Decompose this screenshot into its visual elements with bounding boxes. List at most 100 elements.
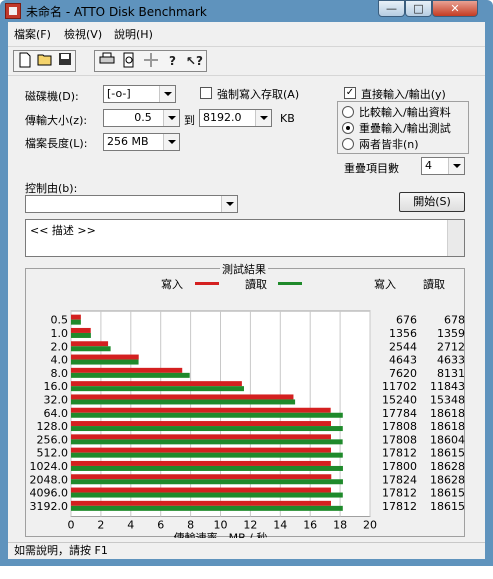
read-value: 18628	[430, 473, 465, 486]
maximize-button[interactable]: □	[405, 0, 432, 17]
neither-label: 兩者皆非(n)	[359, 138, 419, 151]
menu-file[interactable]: 檔案(F)	[14, 26, 51, 42]
compare-io-radio[interactable]	[342, 106, 354, 118]
neither-radio[interactable]	[342, 138, 354, 150]
read-value: 18604	[430, 433, 465, 446]
read-bar	[71, 439, 343, 445]
help-pointer-icon[interactable]: ↖?	[185, 52, 204, 70]
queue-depth-label: 重疊項目數	[344, 162, 399, 175]
write-bar	[71, 394, 294, 400]
read-value: 18615	[430, 447, 465, 460]
chevron-down-icon[interactable]	[221, 196, 237, 212]
write-value: 676	[396, 314, 417, 327]
print-icon[interactable]	[97, 52, 116, 70]
category-label: 64.0	[44, 407, 69, 420]
description-box[interactable]: << 描述 >>	[25, 219, 465, 257]
chevron-down-icon[interactable]	[163, 110, 179, 126]
read-value: 18628	[430, 460, 465, 473]
x-tick-label: 8	[187, 519, 194, 532]
read-value: 11843	[430, 380, 465, 393]
menu-bar: 檔案(F) 檢視(V) 說明(H)	[8, 22, 485, 42]
file-length-select[interactable]: 256 MB	[103, 133, 180, 151]
write-bar	[71, 381, 242, 387]
write-bar	[71, 487, 331, 493]
write-value: 7620	[389, 367, 417, 380]
new-icon[interactable]	[15, 52, 34, 70]
read-value: 18618	[430, 420, 465, 433]
minimize-button[interactable]: —	[378, 0, 405, 17]
direct-io-label: 直接輸入/輸出(y)	[361, 88, 446, 101]
x-tick-label: 16	[303, 519, 317, 532]
print-preview-icon[interactable]	[119, 52, 138, 70]
read-bar	[71, 332, 91, 338]
chevron-down-icon[interactable]	[163, 134, 179, 150]
save-icon[interactable]	[55, 52, 74, 70]
toolbar-file-group	[13, 50, 76, 72]
write-bar	[71, 314, 81, 320]
force-write-checkbox[interactable]	[200, 87, 212, 99]
x-tick-label: 18	[333, 519, 347, 532]
read-bar	[71, 372, 190, 378]
read-bar	[71, 346, 111, 352]
window-title: 未命名 - ATTO Disk Benchmark	[26, 5, 207, 19]
close-button[interactable]: ✕	[432, 0, 478, 17]
chevron-down-icon[interactable]	[255, 110, 271, 126]
file-length-label: 檔案長度(L):	[25, 137, 88, 150]
category-label: 8.0	[51, 367, 69, 380]
title-bar[interactable]: 未命名 - ATTO Disk Benchmark — □ ✕	[0, 0, 493, 22]
x-tick-label: 10	[214, 519, 228, 532]
category-label: 32.0	[44, 393, 69, 406]
write-bar	[71, 407, 331, 413]
read-value: 18615	[430, 500, 465, 513]
chevron-down-icon[interactable]	[448, 158, 464, 174]
write-bar	[71, 354, 139, 360]
read-bar	[71, 319, 81, 325]
write-bar	[71, 327, 91, 333]
move-icon[interactable]	[141, 52, 160, 70]
category-label: 3192.0	[30, 500, 69, 513]
overlapped-io-label: 重疊輸入/輸出測試	[359, 122, 451, 135]
read-value: 678	[444, 314, 465, 327]
read-value: 8131	[437, 367, 465, 380]
category-label: 128.0	[37, 420, 69, 433]
write-legend-swatch	[195, 282, 219, 285]
x-tick-label: 0	[68, 519, 75, 532]
about-icon[interactable]: ?	[163, 52, 182, 70]
description-scrollbar[interactable]	[447, 220, 464, 256]
transfer-size-label: 傳輸大小(z):	[25, 114, 88, 127]
transfer-to-select[interactable]: 8192.0	[199, 109, 272, 127]
drive-select[interactable]: [-o-]	[103, 85, 176, 103]
direct-io-checkbox[interactable]: ✓	[344, 87, 356, 99]
x-tick-label: 2	[97, 519, 104, 532]
menu-help[interactable]: 說明(H)	[114, 26, 153, 42]
write-bar	[71, 341, 109, 347]
x-tick-label: 20	[363, 519, 377, 532]
write-value: 17784	[382, 407, 417, 420]
controlled-by-select[interactable]	[25, 195, 238, 213]
write-value: 15240	[382, 393, 417, 406]
x-tick-label: 4	[127, 519, 134, 532]
read-value: 15348	[430, 393, 465, 406]
app-icon[interactable]	[5, 3, 21, 19]
file-length-value: 256 MB	[107, 135, 149, 148]
queue-depth-select[interactable]: 4	[421, 157, 465, 175]
read-legend-swatch	[278, 282, 302, 285]
read-bar	[71, 426, 343, 432]
overlapped-io-radio[interactable]	[342, 122, 354, 134]
start-button[interactable]: 開始(S)	[399, 192, 465, 212]
open-icon[interactable]	[35, 52, 54, 70]
category-label: 4.0	[51, 354, 69, 367]
results-chart: 0 2 4 6 8 10 12 14 16 18 20傳輸速率 - MB / 秒0.5 676 6781…	[30, 310, 465, 539]
chevron-down-icon[interactable]	[159, 86, 175, 102]
results-title: 測試結果	[220, 261, 268, 277]
x-tick-label: 14	[273, 519, 287, 532]
read-bar	[71, 492, 343, 498]
drive-label: 磁碟機(D):	[25, 90, 79, 103]
menu-view[interactable]: 檢視(V)	[64, 26, 102, 42]
x-axis-label: 傳輸速率 - MB / 秒	[174, 531, 268, 539]
write-value: 17824	[382, 473, 417, 486]
description-text: << 描述 >>	[30, 224, 96, 237]
transfer-from-select[interactable]: 0.5	[103, 109, 180, 127]
category-label: 2048.0	[30, 473, 69, 486]
status-text: 如需說明，請按 F1	[14, 544, 108, 557]
